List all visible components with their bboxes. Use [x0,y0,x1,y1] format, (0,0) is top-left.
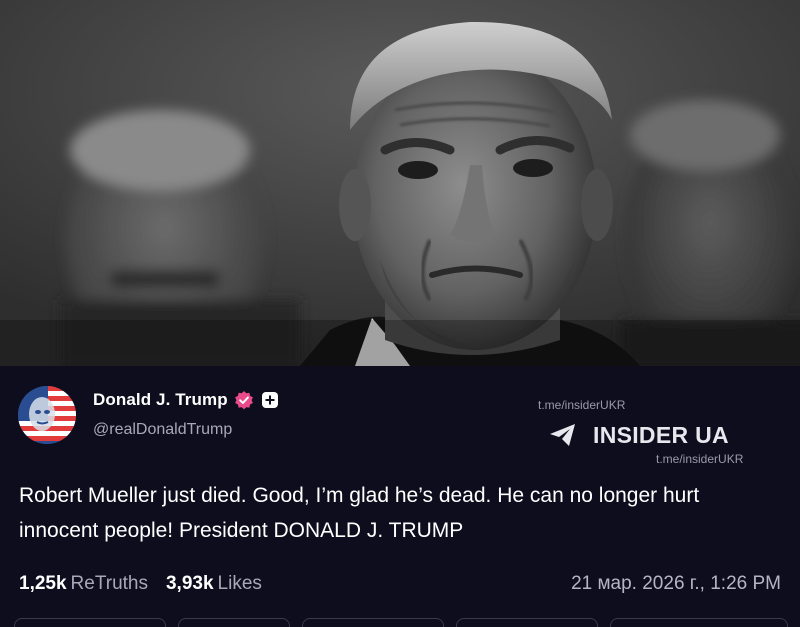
watermark-brand-text: INSIDER UA [593,421,729,448]
retruths-label[interactable]: ReTruths [71,573,148,595]
avatar-flag-face-icon [18,386,76,444]
likes-label[interactable]: Likes [218,573,262,595]
watermark-bottom-link: t.me/insiderUKR [656,452,744,466]
action-button-edge[interactable] [610,618,788,627]
action-button-edge[interactable] [456,618,598,627]
author-name[interactable]: Donald J. Trump [93,390,228,410]
likes-count[interactable]: 3,93k [166,573,214,595]
action-bar-edge [0,616,800,627]
author-avatar[interactable] [18,386,76,444]
truth-post: Donald J. Trump @realDonaldTrump t.me/in… [0,366,800,627]
post-timestamp: 21 мар. 2026 г., 1:26 PM [571,573,781,594]
author-name-row: Donald J. Trump [93,389,278,411]
post-photo [0,0,800,366]
action-button-edge[interactable] [178,618,290,627]
post-image[interactable] [0,0,800,366]
watermark-top-link: t.me/insiderUKR [538,398,626,412]
plus-badge-icon [261,392,278,408]
post-body: Robert Mueller just died. Good, I’m glad… [19,484,700,542]
telegram-plane-icon [550,424,575,446]
watermark-brand: INSIDER UA [549,421,729,449]
author-handle[interactable]: @realDonaldTrump [93,421,232,439]
retruths-count[interactable]: 1,25k [19,573,67,595]
action-button-edge[interactable] [302,618,444,627]
action-button-edge[interactable] [14,618,166,627]
post-stats: 1,25k ReTruths 3,93k Likes 21 мар. 2026 … [19,570,781,598]
verified-badge-icon [234,391,253,410]
